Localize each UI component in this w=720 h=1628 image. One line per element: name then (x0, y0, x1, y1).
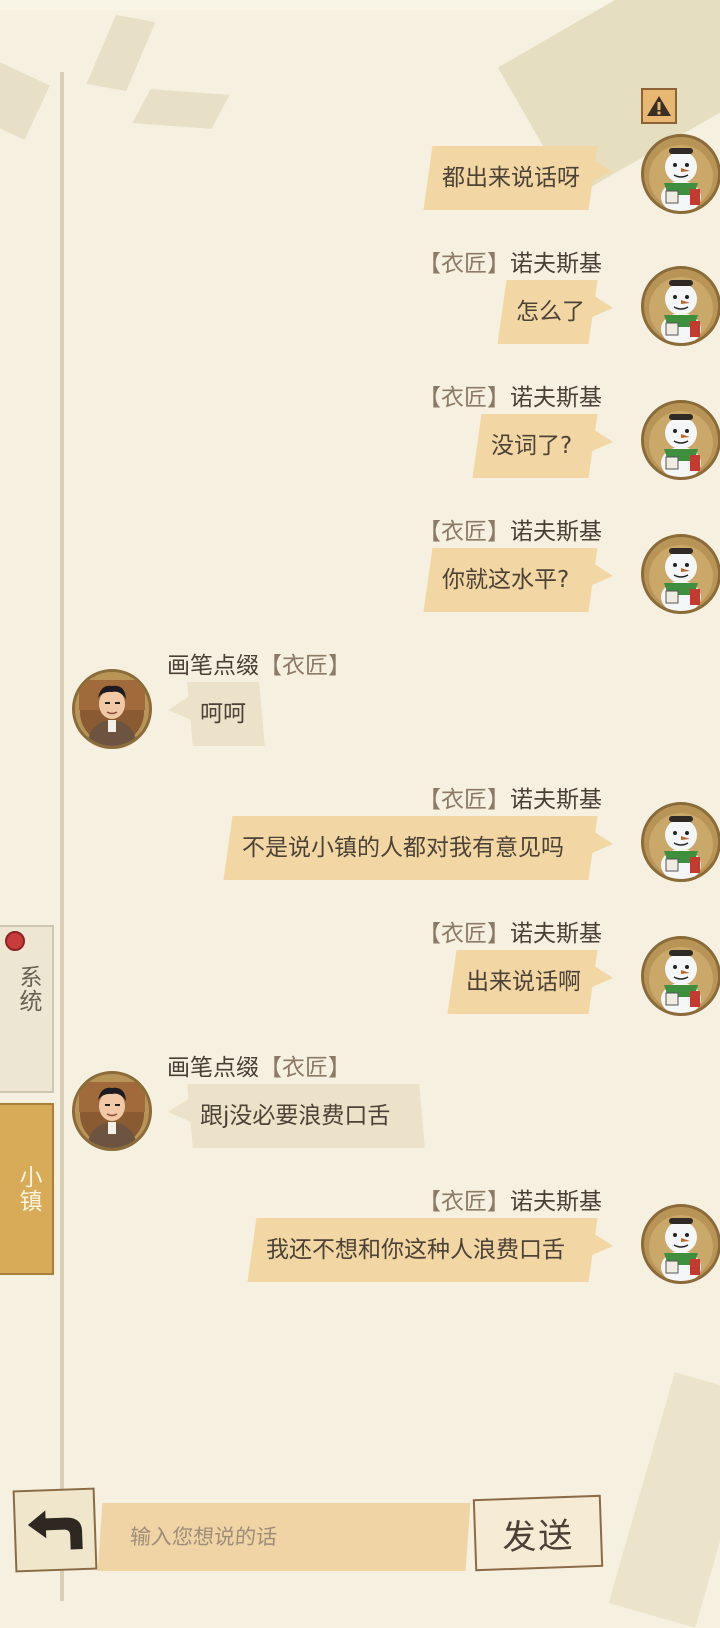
sender-name: 【衣匠】诺夫斯基 (418, 378, 602, 412)
sender-role: 【衣匠】 (418, 1189, 510, 1215)
sidebar-divider (60, 72, 64, 1601)
sender-role: 【衣匠】 (418, 519, 510, 545)
background-decoration (0, 60, 50, 140)
tab-town-label: 小镇 (15, 1165, 41, 1213)
sender-role: 【衣匠】 (418, 385, 510, 411)
message-bubble: 都出来说话呀 (423, 146, 598, 210)
man-avatar[interactable] (72, 669, 152, 749)
sender-username: 画笔点缀 (167, 653, 259, 679)
sender-role: 【衣匠】 (259, 653, 351, 679)
sender-name: 【衣匠】诺夫斯基 (418, 512, 602, 546)
message-bubble: 怎么了 (497, 280, 598, 344)
message-text: 出来说话啊 (466, 969, 581, 995)
snowman-avatar[interactable] (641, 134, 720, 214)
tab-town[interactable]: 小镇 (0, 1103, 54, 1275)
snowman-avatar[interactable] (641, 534, 720, 614)
sender-username: 诺夫斯基 (510, 1189, 602, 1215)
snowman-avatar[interactable] (641, 802, 720, 882)
snowman-avatar[interactable] (641, 400, 720, 480)
message-bubble: 呵呵 (187, 682, 265, 746)
message-text: 没词了? (491, 433, 573, 459)
sender-role: 【衣匠】 (418, 787, 510, 813)
message-bubble: 跟j没必要浪费口舌 (187, 1084, 425, 1148)
warning-icon (647, 96, 671, 116)
sender-username: 诺夫斯基 (510, 385, 602, 411)
message-bubble: 你就这水平? (423, 548, 598, 612)
sender-name: 画笔点缀【衣匠】 (167, 646, 351, 680)
sender-role: 【衣匠】 (259, 1055, 351, 1081)
sender-name: 画笔点缀【衣匠】 (167, 1048, 351, 1082)
sender-name: 【衣匠】诺夫斯基 (418, 914, 602, 948)
sender-username: 诺夫斯基 (510, 787, 602, 813)
snowman-avatar[interactable] (641, 1204, 720, 1284)
tab-system[interactable]: 系统 (0, 925, 54, 1093)
red-seal-icon (5, 931, 25, 951)
snowman-avatar[interactable] (641, 266, 720, 346)
message-text: 我还不想和你这种人浪费口舌 (266, 1237, 565, 1263)
background-decoration (86, 14, 156, 92)
message-text: 怎么了 (516, 299, 585, 325)
message-bubble: 我还不想和你这种人浪费口舌 (247, 1218, 598, 1282)
background-decoration (608, 1372, 720, 1628)
sender-username: 诺夫斯基 (510, 921, 602, 947)
message-bubble: 出来说话啊 (447, 950, 598, 1014)
sender-username: 诺夫斯基 (510, 251, 602, 277)
back-arrow-icon (27, 1510, 83, 1550)
snowman-avatar[interactable] (641, 936, 720, 1016)
sender-name: 【衣匠】诺夫斯基 (418, 244, 602, 278)
sender-username: 诺夫斯基 (510, 519, 602, 545)
message-text: 都出来说话呀 (442, 165, 580, 191)
back-button[interactable] (12, 1487, 98, 1573)
message-text: 不是说小镇的人都对我有意见吗 (242, 835, 564, 861)
man-avatar[interactable] (72, 1071, 152, 1151)
message-text: 跟j没必要浪费口舌 (200, 1103, 391, 1129)
message-bubble: 没词了? (472, 414, 598, 478)
message-text: 你就这水平? (442, 567, 570, 593)
message-bubble: 不是说小镇的人都对我有意见吗 (223, 816, 598, 880)
sender-role: 【衣匠】 (418, 251, 510, 277)
sender-username: 画笔点缀 (167, 1055, 259, 1081)
sender-role: 【衣匠】 (418, 921, 510, 947)
report-button[interactable] (641, 88, 677, 124)
sender-name: 【衣匠】诺夫斯基 (418, 1182, 602, 1216)
background-decoration (132, 89, 230, 129)
message-input[interactable] (97, 1503, 471, 1571)
message-text: 呵呵 (200, 701, 246, 727)
send-button[interactable]: 发送 (472, 1494, 604, 1572)
tab-system-label: 系统 (15, 965, 41, 1013)
sender-name: 【衣匠】诺夫斯基 (418, 780, 602, 814)
